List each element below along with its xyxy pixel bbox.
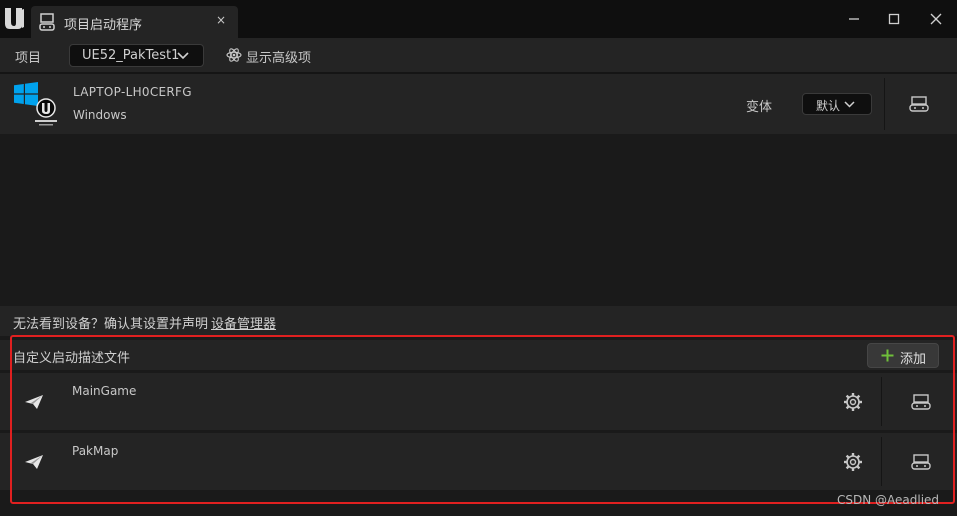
close-tab-icon[interactable]: × (216, 13, 226, 27)
variant-label: 变体 (746, 100, 773, 115)
atom-icon[interactable] (226, 47, 242, 63)
gear-icon[interactable] (843, 452, 863, 472)
profile-row-pakmap[interactable]: PakMap (0, 433, 957, 490)
project-dropdown-value: UE52_PakTest1 (82, 48, 180, 63)
device-manager-link[interactable]: 设备管理器 (211, 313, 276, 332)
custom-profiles-panel: 自定义启动描述文件 添加 MainGame PakMap (0, 336, 957, 516)
paper-plane-icon (25, 455, 43, 469)
toolbar: 项目 UE52_PakTest1 显示高级项 (0, 38, 957, 72)
variant-dropdown-value: 默认 (816, 99, 841, 113)
close-window-icon[interactable] (924, 8, 948, 30)
maximize-icon[interactable] (882, 8, 906, 30)
unreal-engine-badge-icon (35, 98, 57, 126)
device-hint-bar: 无法看到设备？确认其设置并声明 设备管理器 (0, 306, 957, 336)
watermark: CSDN @Aeadlied (837, 493, 940, 507)
plus-icon (881, 349, 894, 362)
minimize-icon[interactable] (842, 8, 866, 30)
divider (884, 78, 885, 130)
show-advanced-button[interactable]: 显示高级项 (246, 47, 311, 66)
divider (881, 377, 882, 426)
profile-name: MainGame (72, 384, 137, 398)
unreal-logo-icon[interactable] (2, 5, 26, 31)
device-name: LAPTOP-LH0CERFG (73, 85, 192, 99)
paper-plane-icon (25, 395, 43, 409)
launch-profile-icon[interactable] (911, 394, 931, 410)
project-label: 项目 (15, 51, 42, 66)
gear-icon[interactable] (843, 392, 863, 412)
chevron-down-icon (177, 52, 189, 60)
profile-row-maingame[interactable]: MainGame (0, 373, 957, 430)
custom-profiles-header: 自定义启动描述文件 添加 (0, 340, 957, 370)
tab-title: 项目启动程序 (64, 18, 143, 33)
project-launcher-icon (39, 13, 55, 31)
chevron-down-icon (844, 101, 855, 108)
device-hint-text: 无法看到设备？确认其设置并声明 (13, 317, 209, 332)
add-profile-button[interactable]: 添加 (867, 343, 939, 368)
device-list-empty-area (0, 134, 957, 306)
divider (881, 437, 882, 486)
variant-dropdown[interactable]: 默认 (802, 93, 872, 115)
launch-device-icon[interactable] (909, 96, 929, 112)
add-profile-label: 添加 (900, 352, 927, 367)
device-platform: Windows (73, 108, 127, 122)
device-row[interactable]: LAPTOP-LH0CERFG Windows 变体 默认 (0, 74, 957, 134)
title-bar: 项目启动程序 × (0, 0, 957, 38)
launch-profile-icon[interactable] (911, 454, 931, 470)
tab-project-launcher[interactable]: 项目启动程序 × (31, 6, 238, 38)
custom-profiles-title: 自定义启动描述文件 (13, 351, 131, 366)
profile-name: PakMap (72, 444, 119, 458)
project-dropdown[interactable]: UE52_PakTest1 (69, 44, 204, 67)
